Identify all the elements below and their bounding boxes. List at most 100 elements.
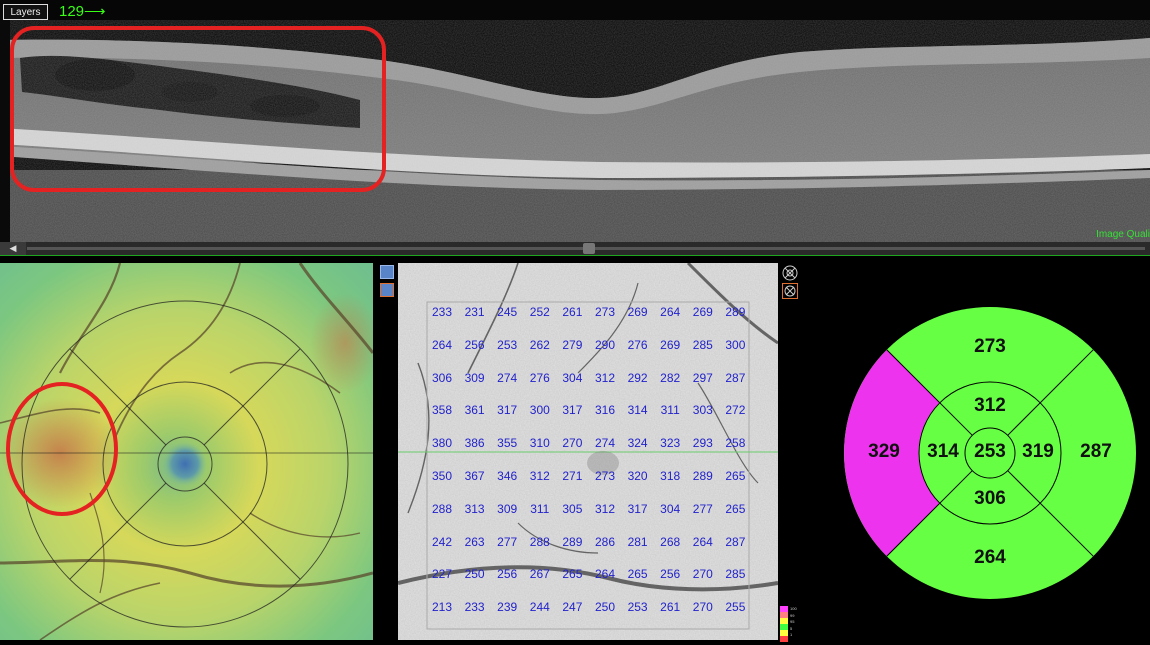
grid-cell-value: 285 [725,567,746,582]
grid-cell-value: 312 [529,469,550,483]
grid-cell-value: 239 [497,600,518,615]
grid-cell-value: 317 [562,403,583,418]
color-scale-label: 99 [790,612,795,618]
grid-cell-value: 350 [431,469,453,483]
grid-cell-value: 265 [627,567,648,582]
grid-cell-value: 323 [660,436,681,451]
grid-cell-value: 252 [529,305,550,319]
grid-cell-value: 273 [594,305,616,319]
grid-cell-value: 288 [431,501,453,516]
sector-view-icon[interactable] [782,265,798,281]
grid-cell-value: 285 [692,337,713,352]
grid-cell-value: 282 [660,370,681,385]
grid-cell-value: 317 [627,501,648,516]
grid-cell-value: 286 [594,534,616,549]
grid-cell-value: 247 [562,600,583,615]
color-scale-label: 1 [790,632,793,637]
grid-cell-value: 264 [660,305,681,319]
grid-cell-value: 250 [594,600,616,615]
grid-cell-value: 276 [529,370,550,385]
slice-number-value: 129 [59,3,85,20]
grid-cell-value: 313 [464,501,485,516]
grid-cell-value: 261 [660,600,681,615]
grid-cell-value: 289 [725,305,746,319]
thickness-color-scale: 100 99 95 5 1 [780,606,797,642]
grid-cell-value: 231 [464,305,485,319]
etdrs-outer-superior-value: 273 [974,336,1006,357]
grid-cell-value: 277 [497,534,518,549]
grid-cell-value: 213 [431,600,453,615]
grid-cell-value: 270 [562,436,583,451]
fundus-thickness-map[interactable] [0,263,373,640]
grid-cell-value: 271 [562,469,583,483]
grid-cell-value: 316 [594,403,616,418]
map-grid-icon[interactable] [380,283,394,297]
color-scale-segment [780,636,788,642]
grid-cell-value: 310 [529,436,550,451]
grid-cell-value: 309 [497,501,518,516]
grid-cell-value: 244 [529,600,550,615]
grid-cell-value: 277 [692,501,713,516]
grid-cell-value: 279 [562,337,583,352]
grid-cell-value: 289 [562,534,583,549]
grid-cell-value: 233 [431,305,453,319]
grid-cell-value: 358 [431,403,453,418]
grid-cell-value: 300 [725,337,746,352]
grid-cell-value: 293 [692,436,713,451]
etdrs-inner-superior-value: 312 [974,395,1006,416]
grid-cell-value: 380 [431,436,453,451]
map-toolbar [373,263,398,640]
etdrs-inner-nasal-value: 319 [1022,441,1054,462]
grid-cell-value: 288 [529,534,550,549]
grid-cell-value: 309 [464,370,485,385]
etdrs-outer-inferior-value: 264 [974,547,1006,568]
grid-cell-value: 269 [660,337,681,352]
grid-cell-value: 258 [725,436,746,451]
grid-cell-value: 304 [660,501,681,516]
map-overlay-icon[interactable] [380,265,394,279]
grid-cell-value: 274 [594,436,616,451]
layers-button[interactable]: Layers [3,4,48,20]
grid-view-icon[interactable] [782,283,798,299]
etdrs-inner-temporal-value: 314 [927,441,959,462]
grid-cell-value: 272 [725,403,746,418]
color-scale-label: 5 [790,625,793,631]
grid-cell-value: 267 [529,567,550,582]
grid-cell-value: 386 [464,436,485,451]
grid-cell-value: 305 [562,501,583,516]
grid-cell-value: 303 [692,403,713,418]
grid-cell-value: 265 [725,501,746,516]
slice-scrollbar[interactable]: ◀ [0,242,1150,255]
grid-cell-value: 253 [627,600,648,615]
grid-cell-value: 268 [660,534,681,549]
grid-cell-value: 317 [497,403,518,418]
grid-cell-value: 245 [497,305,518,319]
slice-number: 129⟶ [59,3,106,21]
grid-cell-value: 276 [627,337,648,352]
grid-cell-value: 312 [594,501,616,516]
grid-cell-value: 270 [692,567,713,582]
scroll-thumb[interactable] [583,243,595,254]
grid-cell-value: 269 [627,305,648,319]
grid-cell-value: 287 [725,534,746,549]
etdrs-outer-nasal-value: 287 [1080,441,1112,462]
grid-cell-value: 355 [497,436,518,451]
grid-cell-value: 314 [627,403,648,418]
fundus-image [0,263,373,640]
grid-cell-value: 297 [692,370,713,385]
grid-cell-value: 253 [497,337,518,352]
slice-arrow-icon: ⟶ [84,3,106,20]
grid-cell-value: 320 [627,469,648,483]
grid-cell-value: 346 [497,469,518,483]
thickness-value-grid: 233 231 245 252 261 273 269 264 269 289 264 256 253 2… [427,302,749,629]
grid-cell-value: 311 [530,501,550,516]
grid-cell-value: 311 [660,403,680,418]
grid-cell-value: 361 [464,403,485,418]
oct-bscan-view[interactable] [0,0,1150,242]
grid-cell-value: 269 [692,305,713,319]
grid-cell-value: 256 [497,567,518,582]
grid-cell-value: 255 [725,600,746,615]
grid-cell-value: 312 [594,370,616,385]
scroll-left-arrow-icon[interactable]: ◀ [0,242,26,255]
grid-cell-value: 261 [562,305,583,319]
